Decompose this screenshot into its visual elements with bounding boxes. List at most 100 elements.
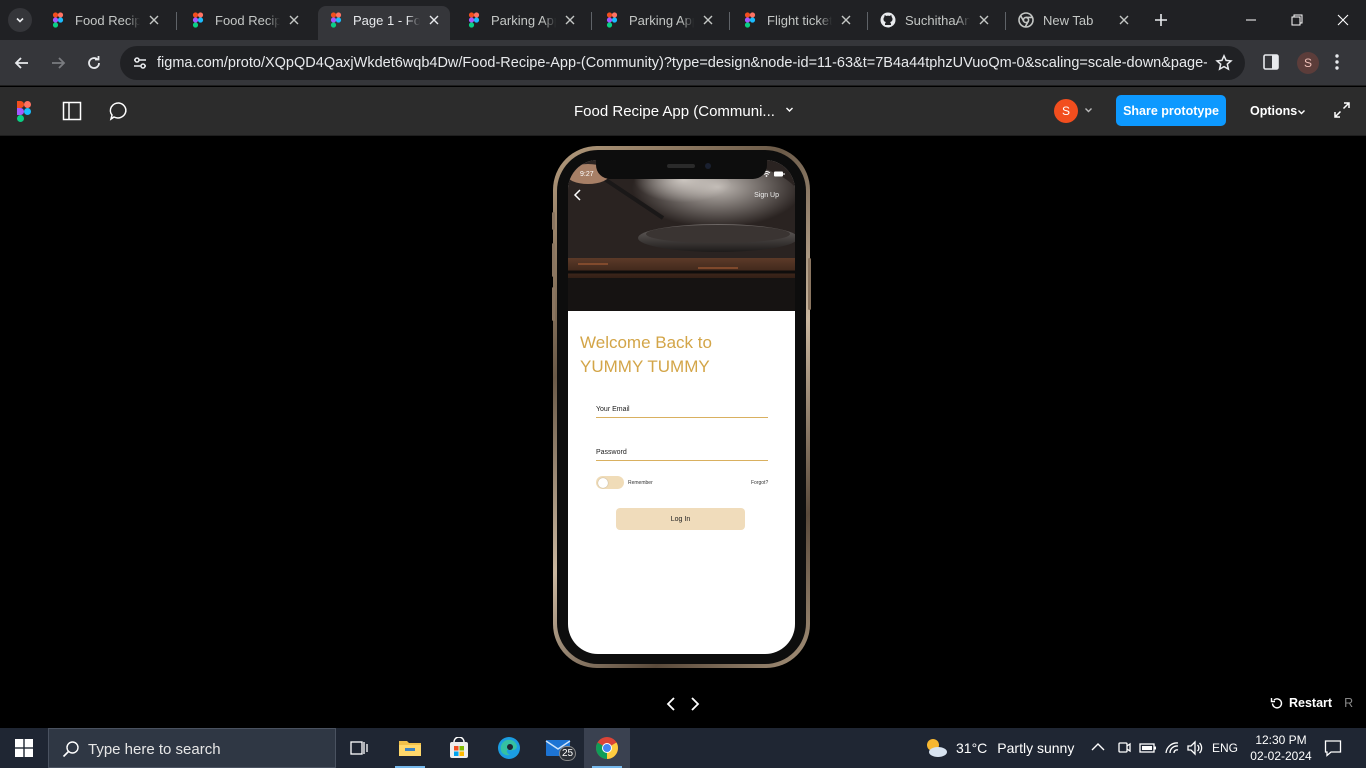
- tab-title: Page 1 - Food Recipe App: [353, 12, 420, 28]
- edge-button[interactable]: [486, 728, 532, 768]
- mail-unread-badge: 25: [559, 746, 576, 761]
- chrome-icon: [596, 737, 618, 759]
- close-tab-icon[interactable]: [146, 12, 162, 28]
- cooking-pan-illustration: [568, 160, 795, 311]
- store-button[interactable]: [436, 728, 482, 768]
- notification-center-icon[interactable]: [1324, 739, 1342, 757]
- taskbar-search-box[interactable]: Type here to search: [48, 728, 336, 768]
- close-tab-icon[interactable]: [838, 12, 854, 28]
- bookmark-star-icon[interactable]: [1215, 54, 1233, 72]
- site-info-button[interactable]: [128, 51, 152, 75]
- chevron-down-icon: [16, 17, 24, 23]
- browser-tab[interactable]: New Tab: [1008, 6, 1140, 34]
- figma-icon: [52, 12, 64, 28]
- mail-button[interactable]: 25: [535, 728, 581, 768]
- restart-icon: [1270, 697, 1283, 709]
- close-window-button[interactable]: [1320, 0, 1366, 40]
- task-view-button[interactable]: [337, 728, 383, 768]
- sidebar-toggle-icon[interactable]: [62, 101, 82, 121]
- meet-now-icon[interactable]: [1116, 740, 1132, 756]
- figma-icon: [330, 12, 342, 28]
- browser-tab[interactable]: SuchithaAnand: [870, 6, 1000, 34]
- minimize-button[interactable]: [1228, 0, 1274, 40]
- chevron-down-icon[interactable]: [1297, 109, 1306, 116]
- app-screen: 9:27 Sign Up: [568, 160, 795, 654]
- forward-button[interactable]: [42, 47, 74, 79]
- system-clock[interactable]: 12:30 PM 02-02-2024: [1250, 732, 1312, 764]
- tab-separator: [729, 12, 730, 30]
- folder-icon: [399, 741, 421, 756]
- back-arrow-icon[interactable]: [573, 188, 583, 202]
- weather-widget[interactable]: 31°C Partly sunny: [924, 736, 1074, 760]
- back-button[interactable]: [6, 47, 38, 79]
- language-indicator[interactable]: ENG: [1212, 741, 1238, 755]
- next-frame-icon[interactable]: [690, 696, 700, 712]
- browser-tab[interactable]: Food Recipe App (Community): [40, 6, 170, 34]
- figma-icon: [744, 12, 756, 28]
- browser-tab[interactable]: Food Recipe App (Community): [180, 6, 310, 34]
- restore-button[interactable]: [1274, 0, 1320, 40]
- arrow-right-icon: [52, 57, 66, 69]
- share-prototype-button[interactable]: Share prototype: [1116, 95, 1226, 126]
- phone-side-button: [552, 243, 555, 277]
- partly-sunny-icon: [927, 739, 947, 757]
- tab-separator: [867, 12, 868, 30]
- windows-taskbar: Type here to search 25 31°C Partly sunny…: [0, 728, 1366, 768]
- chevron-down-icon[interactable]: [785, 106, 794, 113]
- side-panel-icon[interactable]: [1262, 53, 1280, 71]
- file-explorer-button[interactable]: [387, 728, 433, 768]
- weather-condition: Partly sunny: [997, 740, 1075, 756]
- arrow-left-icon: [14, 57, 28, 69]
- tab-title: Food Recipe App (Community): [215, 12, 280, 28]
- tab-title: Parking App: [629, 12, 694, 28]
- phone-speaker: [667, 164, 695, 168]
- user-avatar[interactable]: S: [1054, 99, 1078, 123]
- close-tab-icon[interactable]: [700, 12, 716, 28]
- address-bar[interactable]: figma.com/proto/XQpQD4QaxjWkdet6wqb4Dw/F…: [120, 46, 1245, 80]
- fullscreen-icon[interactable]: [1334, 102, 1350, 118]
- signup-link[interactable]: Sign Up: [754, 192, 779, 199]
- figma-icon: [468, 12, 480, 28]
- close-tab-icon[interactable]: [1116, 12, 1132, 28]
- tab-title: New Tab: [1043, 12, 1094, 28]
- menu-dots-icon[interactable]: [1335, 53, 1339, 71]
- tab-title: Food Recipe App (Community): [75, 12, 140, 28]
- battery-icon[interactable]: [1139, 740, 1157, 756]
- browser-tab-active[interactable]: Page 1 - Food Recipe App: [318, 6, 450, 40]
- figma-logo-icon[interactable]: [17, 101, 31, 122]
- previous-frame-icon[interactable]: [666, 696, 676, 712]
- tab-separator: [176, 12, 177, 30]
- figma-icon: [606, 12, 618, 28]
- close-icon: [1337, 14, 1349, 26]
- close-tab-icon[interactable]: [286, 12, 302, 28]
- volume-icon[interactable]: [1186, 740, 1204, 756]
- tab-title: Flight ticket booking: [767, 12, 832, 28]
- restore-icon: [1291, 14, 1303, 26]
- start-button[interactable]: [0, 728, 48, 768]
- figma-prototype-header: Food Recipe App (Communi... S Share prot…: [0, 87, 1366, 136]
- close-tab-icon[interactable]: [426, 12, 442, 28]
- close-tab-icon[interactable]: [562, 12, 578, 28]
- profile-avatar[interactable]: S: [1297, 52, 1319, 74]
- reload-button[interactable]: [78, 47, 110, 79]
- browser-tab[interactable]: Parking App: [594, 6, 724, 34]
- hero-image: 9:27 Sign Up: [568, 160, 795, 311]
- chrome-taskbar-button[interactable]: [584, 728, 630, 768]
- close-tab-icon[interactable]: [976, 12, 992, 28]
- wifi-icon[interactable]: [1163, 740, 1181, 756]
- weather-temperature: 31°C: [956, 740, 988, 756]
- options-menu-button[interactable]: Options: [1250, 104, 1297, 118]
- chevron-up-icon[interactable]: [1091, 742, 1105, 752]
- browser-tab[interactable]: Flight ticket booking: [732, 6, 862, 34]
- minimize-icon: [1246, 19, 1256, 21]
- comment-icon[interactable]: [109, 101, 129, 121]
- status-time: 9:27: [580, 171, 594, 178]
- file-title[interactable]: Food Recipe App (Communi...: [574, 103, 775, 120]
- new-tab-button[interactable]: [1150, 9, 1172, 31]
- tab-search-button[interactable]: [8, 8, 32, 32]
- figma-icon: [192, 12, 204, 28]
- restart-button[interactable]: Restart R: [1270, 696, 1353, 710]
- chevron-down-icon[interactable]: [1084, 107, 1093, 114]
- search-placeholder: Type here to search: [88, 741, 221, 758]
- browser-tab[interactable]: Parking App: [456, 6, 586, 34]
